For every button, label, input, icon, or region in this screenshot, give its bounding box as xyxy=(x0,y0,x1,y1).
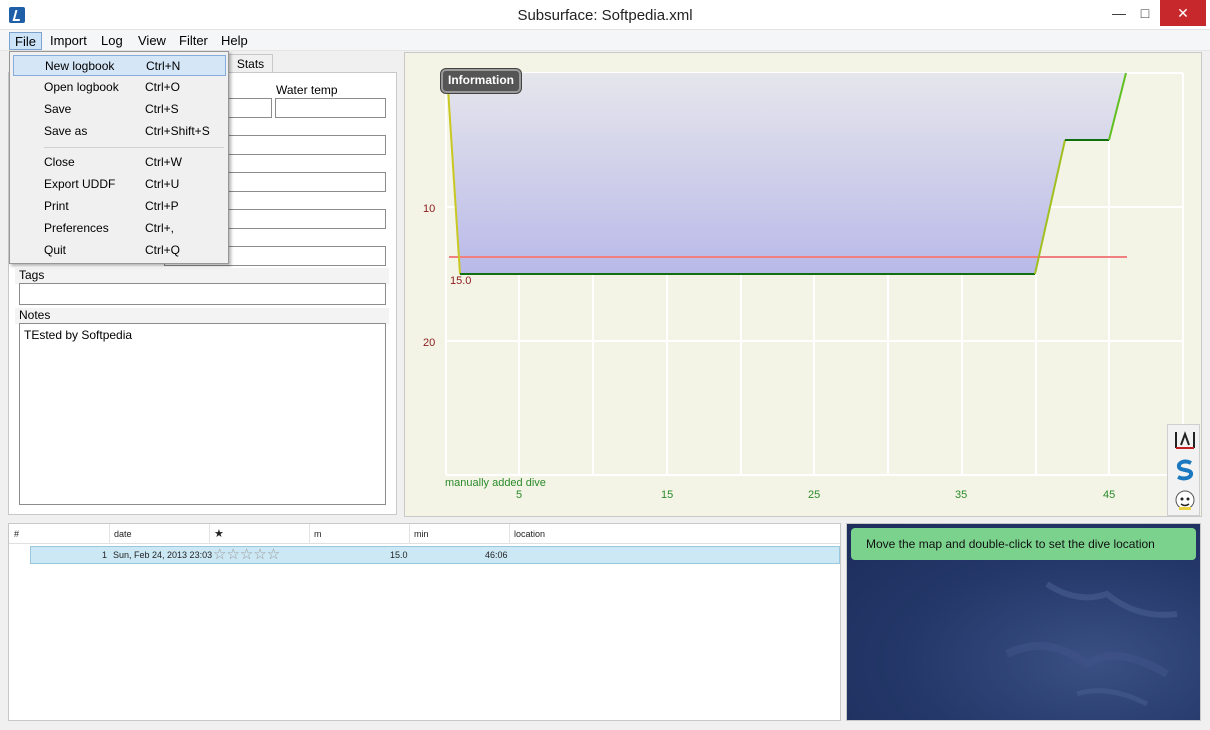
menu-item-shortcut: Ctrl+U xyxy=(145,177,180,191)
menu-item-shortcut: Ctrl+Shift+S xyxy=(145,124,210,138)
menu-bar: File Import Log View Filter Help xyxy=(0,30,1210,51)
profile-toolbar xyxy=(1167,424,1200,516)
col-separator xyxy=(509,524,510,544)
menu-item-label: Close xyxy=(44,155,75,169)
col-rating[interactable]: ★ xyxy=(214,527,224,540)
tissue-saturation-icon[interactable] xyxy=(1173,488,1197,512)
col-separator xyxy=(409,524,410,544)
menu-file[interactable]: File xyxy=(9,32,42,50)
map-instruction-banner: Move the map and double-click to set the… xyxy=(851,528,1196,560)
close-button[interactable]: ✕ xyxy=(1160,0,1206,26)
x-tick-5: 5 xyxy=(516,489,522,501)
depth-fill-area xyxy=(447,73,1126,274)
tab-stats[interactable]: Stats xyxy=(228,54,273,73)
dive-profile-graph: 10 20 15.0 5 15 25 35 45 manually added … xyxy=(423,72,1184,501)
col-separator xyxy=(209,524,210,544)
tags-section-bar xyxy=(15,268,389,284)
ruler-icon[interactable] xyxy=(1173,428,1197,452)
col-duration[interactable]: min xyxy=(414,529,429,539)
menu-item-shortcut: Ctrl+S xyxy=(145,102,179,116)
tags-label: Tags xyxy=(19,268,45,282)
col-location[interactable]: location xyxy=(514,529,545,539)
x-tick-45: 45 xyxy=(1103,489,1115,501)
dive-depth: 15.0 xyxy=(390,550,408,560)
information-button[interactable]: Information xyxy=(441,69,521,93)
menu-item-close[interactable]: Close Ctrl+W xyxy=(13,152,226,173)
menu-item-preferences[interactable]: Preferences Ctrl+, xyxy=(13,218,226,239)
dive-list-table: # date ★ m min location 1 Sun, Feb 24, 2… xyxy=(8,523,841,721)
menu-item-shortcut: Ctrl+, xyxy=(145,221,175,235)
col-number[interactable]: # xyxy=(14,529,19,539)
x-tick-25: 25 xyxy=(808,489,820,501)
menu-item-label: Preferences xyxy=(44,221,109,235)
dive-date: Sun, Feb 24, 2013 23:03 xyxy=(113,550,213,560)
col-depth[interactable]: m xyxy=(314,529,322,539)
file-menu-dropdown: New logbook Ctrl+N Open logbook Ctrl+O S… xyxy=(9,51,229,264)
calculated-ceiling-icon[interactable] xyxy=(1173,458,1197,482)
x-tick-35: 35 xyxy=(955,489,967,501)
profile-caption: manually added dive xyxy=(445,477,546,489)
menu-item-shortcut: Ctrl+Q xyxy=(145,243,181,257)
notes-label: Notes xyxy=(19,308,51,322)
menu-item-shortcut: Ctrl+P xyxy=(145,199,179,213)
menu-help[interactable]: Help xyxy=(216,32,253,50)
menu-item-print[interactable]: Print Ctrl+P xyxy=(13,196,226,217)
menu-item-open-logbook[interactable]: Open logbook Ctrl+O xyxy=(13,77,226,98)
menu-item-label: Export UDDF xyxy=(44,177,116,191)
title-bar: Subsurface: Softpedia.xml — □ ✕ xyxy=(0,0,1210,30)
table-row[interactable]: 1 Sun, Feb 24, 2013 23:03 ☆☆☆☆☆ 15.0 46:… xyxy=(30,546,840,564)
y-tick-10: 10 xyxy=(423,203,435,215)
menu-separator xyxy=(44,147,224,148)
col-separator xyxy=(109,524,110,544)
menu-item-label: Save as xyxy=(44,124,88,138)
menu-item-quit[interactable]: Quit Ctrl+Q xyxy=(13,240,226,261)
col-date[interactable]: date xyxy=(114,529,132,539)
rating-stars-icon[interactable]: ☆☆☆☆☆ xyxy=(213,547,280,563)
dive-profile-panel[interactable]: 10 20 15.0 5 15 25 35 45 manually added … xyxy=(404,52,1202,517)
menu-import[interactable]: Import xyxy=(45,32,92,50)
menu-item-label: Open logbook xyxy=(44,80,119,94)
menu-view[interactable]: View xyxy=(133,32,171,50)
tags-field[interactable] xyxy=(19,283,386,305)
menu-item-shortcut: Ctrl+W xyxy=(145,155,182,169)
menu-item-save-as[interactable]: Save as Ctrl+Shift+S xyxy=(13,121,226,142)
menu-item-shortcut: Ctrl+N xyxy=(146,59,181,73)
menu-item-shortcut: Ctrl+O xyxy=(145,80,181,94)
notes-section-bar xyxy=(15,308,389,324)
dive-number: 1 xyxy=(102,550,108,560)
water-temp-label: Water temp xyxy=(276,83,338,97)
x-tick-15: 15 xyxy=(661,489,673,501)
water-temp-field[interactable] xyxy=(275,98,386,118)
window-title: Subsurface: Softpedia.xml xyxy=(517,7,693,24)
menu-item-save[interactable]: Save Ctrl+S xyxy=(13,99,226,120)
menu-item-label: Quit xyxy=(44,243,67,257)
menu-item-export-uddf[interactable]: Export UDDF Ctrl+U xyxy=(13,174,226,195)
menu-item-label: Save xyxy=(44,102,72,116)
max-depth-label: 15.0 xyxy=(450,275,471,287)
dive-duration: 46:06 xyxy=(485,550,508,560)
menu-item-label: Print xyxy=(44,199,69,213)
menu-item-new-logbook[interactable]: New logbook Ctrl+N xyxy=(13,55,226,76)
notes-textarea[interactable]: TEsted by Softpedia xyxy=(19,323,386,505)
menu-log[interactable]: Log xyxy=(96,32,128,50)
menu-item-label: New logbook xyxy=(45,59,115,73)
col-separator xyxy=(309,524,310,544)
menu-filter[interactable]: Filter xyxy=(174,32,213,50)
notes-text: TEsted by Softpedia xyxy=(24,328,133,342)
dive-list-header: # date ★ m min location xyxy=(9,524,840,544)
y-tick-20: 20 xyxy=(423,337,435,349)
maximize-button[interactable]: □ xyxy=(1130,0,1160,26)
